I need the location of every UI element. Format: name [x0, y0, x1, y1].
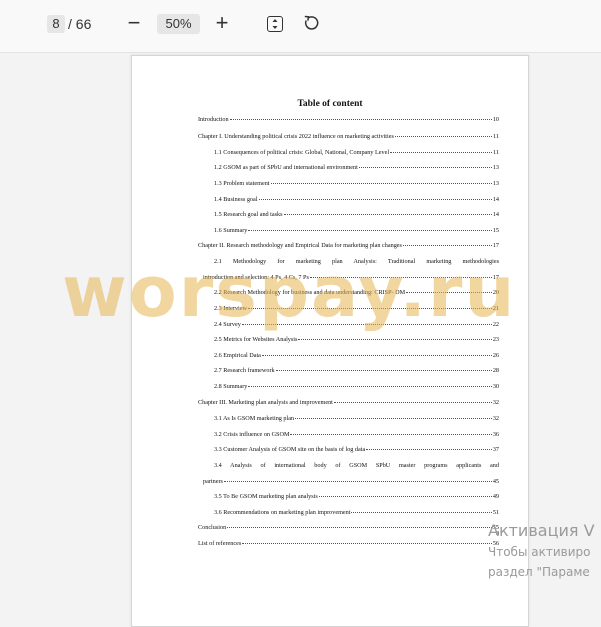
toc-entry-page: 26	[492, 352, 499, 359]
toc-entry-page: 10	[492, 116, 499, 123]
document-page: Table of content Introduction 10 Chapter …	[131, 55, 529, 627]
toc-entry-page: 20	[492, 289, 499, 296]
toc-entry: 2.6 Empirical Data 26	[214, 352, 499, 360]
toc-entry-page: 28	[492, 367, 499, 374]
toc-entry: 1.1 Consequences of political crisis: Gl…	[214, 149, 499, 157]
zoom-level-input[interactable]: 50%	[157, 14, 200, 34]
toc-entry: Chapter I. Understanding political crisi…	[198, 133, 499, 141]
toc-entry-page: 17	[492, 274, 499, 281]
toc-entry-text: 3.2 Crisis influence on GSOM	[214, 431, 290, 438]
toc-entry-text: 1.2 GSOM as part of SPbU and internation…	[214, 164, 358, 171]
toc-entry-text: 1.4 Business goal	[214, 196, 258, 203]
toc-title: Table of content	[297, 99, 363, 109]
activation-line: Чтобы активиро	[488, 545, 591, 559]
toc-entry: 3.5 To Be GSOM marketing plan analysis 49	[214, 493, 499, 501]
toc-entry-text: Conclusion	[198, 524, 227, 531]
toc-entry-text: partners	[203, 478, 223, 485]
toc-entry-page: 13	[492, 180, 499, 187]
toc-entry-page: 11	[493, 133, 499, 140]
toc-entry-text: 3.5 To Be GSOM marketing plan analysis	[214, 493, 318, 500]
toc-entry: 2.1 Methodology for marketing plan Analy…	[214, 258, 499, 266]
toc-entry-text: 3.4 Analysis of international body of GS…	[214, 462, 499, 469]
toc-entry-page: 37	[492, 446, 499, 453]
toc-entry-page: 15	[492, 227, 499, 234]
toc-entry: Conclusion 55	[198, 524, 499, 532]
toc-entry-text: 3.3 Customer Analysis of GSOM site on th…	[214, 446, 366, 453]
toc-entry-page: 32	[492, 399, 499, 406]
toc-entry: 3.4 Analysis of international body of GS…	[214, 462, 499, 470]
toc-entry-page: 17	[492, 242, 499, 249]
toc-entry: 3.2 Crisis influence on GSOM 36	[214, 431, 499, 439]
minus-icon[interactable]: −	[125, 12, 143, 34]
toc-entry-text: 1.1 Consequences of political crisis: Gl…	[214, 149, 390, 156]
toc-entry-text: Introduction	[198, 116, 229, 123]
toc-entry: introduction and selection: 4 Ps, 4 Cs, …	[203, 274, 499, 282]
toc-entry-page: 32	[492, 415, 499, 422]
current-page-input[interactable]: 8	[47, 15, 65, 33]
toc-entry: 2.4 Survey 22	[214, 321, 499, 329]
toc-entry-text: 2.4 Survey	[214, 321, 241, 328]
toc-entry: 3.3 Customer Analysis of GSOM site on th…	[214, 446, 499, 454]
toc-entry: 1.2 GSOM as part of SPbU and internation…	[214, 164, 499, 172]
toc-entry-text: 3.6 Recommendations on marketing plan im…	[214, 509, 351, 516]
toc-entry-text: 2.3 Interview	[214, 305, 247, 312]
toc-entry-page: 11	[493, 149, 499, 156]
toc-entry-page: 14	[492, 196, 499, 203]
toc-entry-text: 3.1 As Is GSOM marketing plan	[214, 415, 295, 422]
toc-entry: 2.3 Interview 21	[214, 305, 499, 313]
toc-entry: Introduction 10	[198, 116, 499, 124]
toc-entry: 2.8 Summary 30	[214, 383, 499, 391]
toc-entry-page: 22	[492, 321, 499, 328]
toc-entry: List of references 56	[198, 540, 499, 548]
toc-entry-page: 45	[492, 478, 499, 485]
toc-entry-text: Chapter I. Understanding political crisi…	[198, 133, 394, 140]
plus-icon[interactable]: +	[212, 12, 232, 34]
toc-entry-text: 1.3 Problem statement	[214, 180, 270, 187]
toc-entry-text: 2.8 Summary	[214, 383, 248, 390]
toc-entry-page: 14	[492, 211, 499, 218]
toc-entry-text: 2.1 Methodology for marketing plan Analy…	[214, 258, 499, 265]
activation-title: Активация V	[488, 521, 595, 540]
toc-entry: 1.4 Business goal 14	[214, 196, 499, 204]
windows-activation-notice[interactable]: Активация V Чтобы активиро раздел "Парам…	[488, 520, 601, 582]
toc-entry-text: List of references	[198, 540, 242, 547]
rotate-icon[interactable]	[303, 15, 319, 31]
toc-entry-page: 30	[492, 383, 499, 390]
toc-entry: 3.1 As Is GSOM marketing plan 32	[214, 415, 499, 423]
toc-entry-text: introduction and selection: 4 Ps, 4 Cs, …	[203, 274, 309, 281]
toc-entry: 2.2 Research Methodology for business an…	[214, 289, 499, 297]
toc-entry-text: Chapter III. Marketing plan analysis and…	[198, 399, 333, 406]
toc-entry-page: 51	[492, 509, 499, 516]
toc-entry-page: 13	[492, 164, 499, 171]
total-pages-label: / 66	[68, 16, 92, 32]
pdf-toolbar: 8 / 66 − 50% +	[0, 0, 601, 53]
toc-entry: 1.5 Research goal and tasks 14	[214, 211, 499, 219]
toc-entry: Chapter III. Marketing plan analysis and…	[198, 399, 499, 407]
toc-entry-page: 36	[492, 431, 499, 438]
toc-entry-text: 1.6 Summary	[214, 227, 248, 234]
toc-entry-page: 49	[492, 493, 499, 500]
toc-entry-text: 2.2 Research Methodology for business an…	[214, 289, 406, 296]
toc-entry-text: 2.6 Empirical Data	[214, 352, 261, 359]
toc-entry-page: 21	[492, 305, 499, 312]
activation-line: раздел "Параме	[488, 565, 590, 579]
toc-entry-text: 2.5 Metrics for Websites Analysis	[214, 336, 298, 343]
toc-entry: 1.6 Summary 15	[214, 227, 499, 235]
fit-page-icon[interactable]	[267, 16, 283, 32]
toc-entry-text: Chapter II. Research methodology and Emp…	[198, 242, 402, 249]
toc-entry: 1.3 Problem statement 13	[214, 180, 499, 188]
toc-entry-text: 1.5 Research goal and tasks	[214, 211, 283, 218]
toc-entry: Chapter II. Research methodology and Emp…	[198, 242, 499, 250]
toc-entry: 2.7 Research framework 28	[214, 367, 499, 375]
toc-entry-page: 23	[492, 336, 499, 343]
toc-entry: 3.6 Recommendations on marketing plan im…	[214, 509, 499, 517]
toc-entry: partners 45	[203, 478, 499, 486]
toc-entry-text: 2.7 Research framework	[214, 367, 275, 374]
toc-entry: 2.5 Metrics for Websites Analysis 23	[214, 336, 499, 344]
